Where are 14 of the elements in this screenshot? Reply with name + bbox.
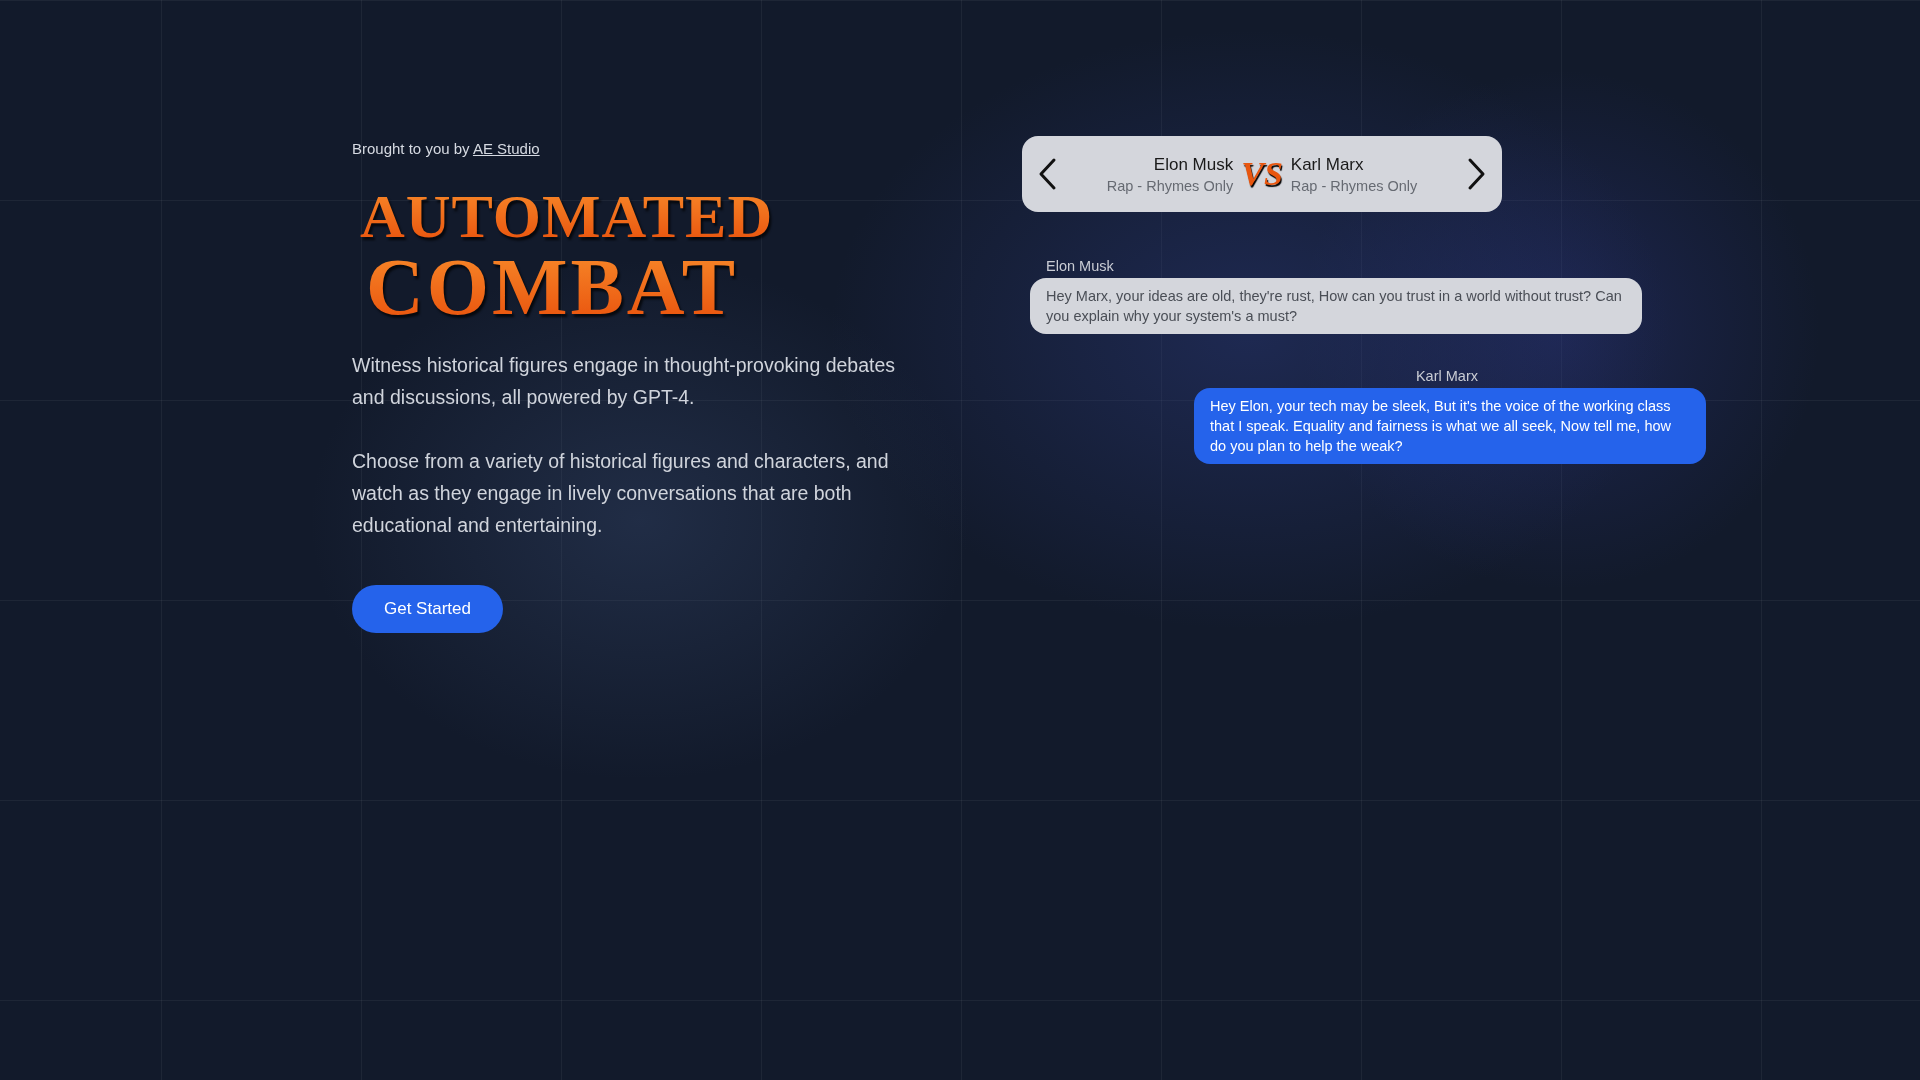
ae-studio-link[interactable]: AE Studio xyxy=(472,140,540,157)
message-bubble: Hey Elon, your tech may be sleek, But it's the voice of the working class that I speak. Equality and fairness is what we all seek, Now tell me, how do you plan to help the weak? xyxy=(1194,388,1706,464)
intro-paragraph: Choose from a variety of historical figures and characters, and watch as they engage in lively conversations that are both educational and entertaining. xyxy=(352,449,890,538)
speaker-name: Karl Marx xyxy=(1415,368,1478,384)
speaker-name: Elon Musk xyxy=(1046,258,1115,274)
vs-logo: VS xyxy=(1241,155,1283,193)
credit-text: Brought to you by AE Studio xyxy=(352,140,541,157)
fighter-name: Elon Musk xyxy=(1153,154,1234,175)
fighter-name: Karl Marx xyxy=(1290,154,1365,175)
intro-paragraph: Witness historical figures engage in thought-provoking debates and discussions, all powered by GPT-4. xyxy=(352,353,897,410)
debate-style: Rap - Rhymes Only xyxy=(1290,177,1418,194)
get-started-button[interactable]: Get Started xyxy=(352,585,503,633)
debate-style: Rap - Rhymes Only xyxy=(1106,177,1234,194)
message-bubble: Hey Marx, your ideas are old, they're rust, How can you trust in a world without trust? Can you explain why your system's a must? xyxy=(1030,278,1642,334)
